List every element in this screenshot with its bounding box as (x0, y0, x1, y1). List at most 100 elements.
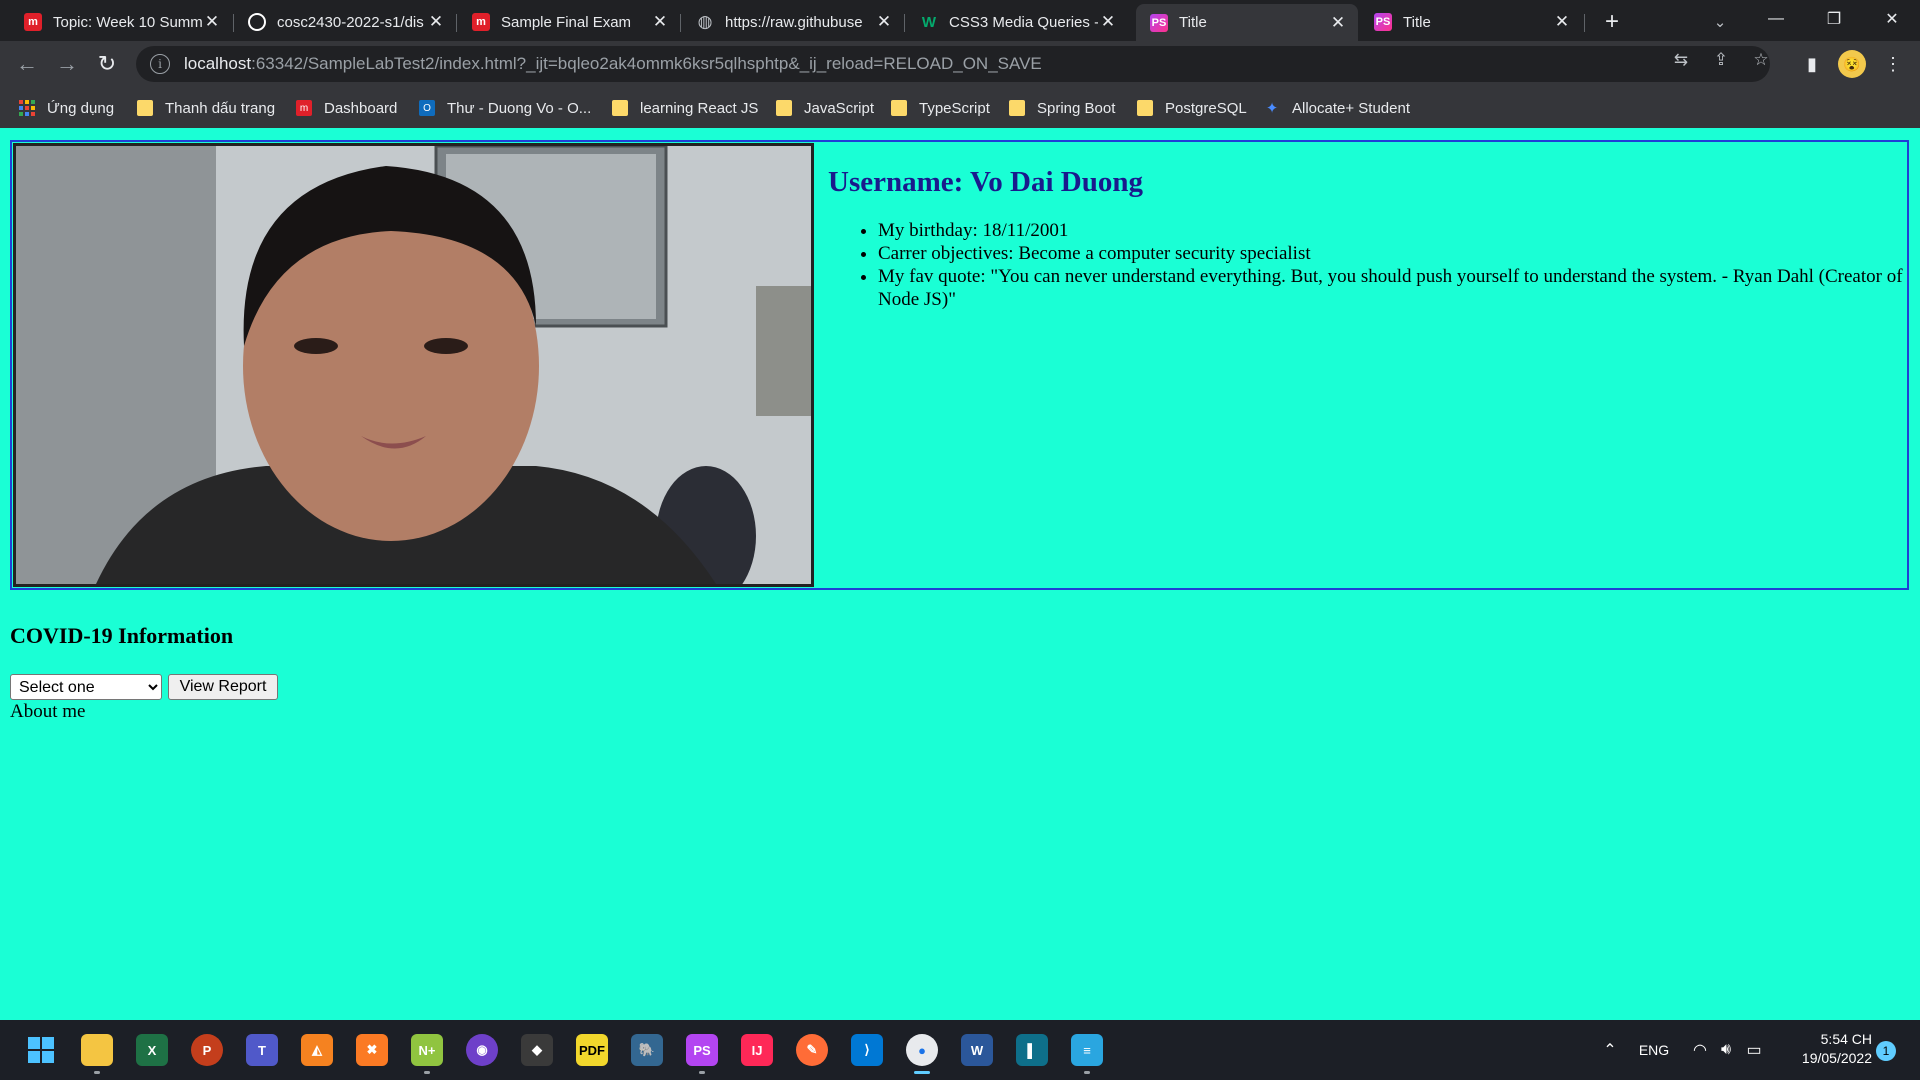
tab-5[interactable]: W CSS3 Media Queries - ✕ (906, 6, 1128, 38)
browser-chrome: m Topic: Week 10 Summ ✕ cosc2430-2022-s1… (0, 0, 1920, 128)
excel-icon[interactable]: X (136, 1034, 168, 1066)
bookmark-folder[interactable]: TypeScript (891, 96, 990, 120)
battery-icon[interactable]: ▭ (1744, 1040, 1764, 1060)
address-bar[interactable]: i localhost:63342/SampleLabTest2/index.h… (136, 46, 1770, 82)
tab-1[interactable]: m Topic: Week 10 Summ ✕ (10, 6, 232, 38)
country-select[interactable]: Select one (10, 674, 162, 700)
bookmark-apps[interactable]: Ứng dụng (19, 96, 114, 120)
tab-title: https://raw.githubuse (725, 13, 863, 31)
outlook-icon: O (419, 100, 435, 116)
back-button[interactable]: ← (12, 49, 42, 79)
close-icon[interactable]: ✕ (1328, 13, 1348, 33)
phpstorm-icon: PS (1374, 13, 1392, 31)
moodle-icon: m (24, 13, 42, 31)
side-panel-icon[interactable]: ▮ (1797, 49, 1827, 79)
moodle-icon: m (472, 13, 490, 31)
terminal-icon[interactable]: ▌ (1016, 1034, 1048, 1066)
bookmark-label: Spring Boot (1037, 99, 1116, 117)
close-icon[interactable]: ✕ (650, 12, 670, 32)
tab-title: Sample Final Exam (501, 13, 632, 31)
bookmark-folder[interactable]: PostgreSQL (1137, 96, 1247, 120)
github-desktop-icon[interactable]: ◉ (466, 1034, 498, 1066)
bookmark-folder[interactable]: JavaScript (776, 96, 874, 120)
word-icon[interactable]: W (961, 1034, 993, 1066)
birthday-item: My birthday: 18/11/2001 (878, 219, 1907, 242)
globe-icon: ◍ (697, 12, 713, 31)
w3schools-icon: W (921, 13, 937, 31)
tab-search-button[interactable]: ⌄ (1706, 8, 1734, 36)
tab-title: Title (1179, 14, 1207, 31)
close-icon[interactable]: ✕ (202, 12, 222, 32)
bookmark-folder[interactable]: Spring Boot (1009, 96, 1115, 120)
profile-info-panel: Username: Vo Dai Duong My birthday: 18/1… (820, 142, 1907, 588)
menu-icon[interactable]: ⋮ (1878, 49, 1908, 79)
postman-icon[interactable]: ✎ (796, 1034, 828, 1066)
view-report-button[interactable]: View Report (168, 674, 278, 700)
covid-section-heading: COVID-19 Information (10, 623, 234, 648)
tab-4[interactable]: ◍ https://raw.githubuse ✕ (682, 6, 904, 38)
bookmark-star-icon[interactable]: ☆ (1749, 48, 1773, 72)
browser-toolbar: ← → ↻ i localhost:63342/SampleLabTest2/i… (0, 41, 1920, 88)
info-icon[interactable]: i (150, 54, 170, 74)
xampp-icon[interactable]: ✖ (356, 1034, 388, 1066)
phpstorm-icon[interactable]: PS (686, 1034, 718, 1074)
clock-date: 19/05/2022 (1801, 1050, 1872, 1066)
close-icon[interactable]: ✕ (426, 12, 446, 32)
bookmark-folder[interactable]: learning React JS (612, 96, 758, 120)
share-icon[interactable]: ⇪ (1709, 48, 1733, 72)
close-icon[interactable]: ✕ (1552, 12, 1572, 32)
profile-avatar[interactable]: 😵 (1838, 50, 1866, 78)
bookmark-folder[interactable]: Thanh dấu trang (137, 96, 275, 120)
phpstorm-icon: PS (1150, 13, 1168, 32)
start-icon[interactable] (25, 1034, 57, 1066)
career-objective-item: Carrer objectives: Become a computer sec… (878, 242, 1907, 265)
volume-icon[interactable]: 🔊︎ (1716, 1040, 1736, 1060)
github-icon (248, 13, 266, 31)
minimize-button[interactable]: — (1748, 0, 1804, 38)
notification-badge[interactable]: 1 (1876, 1041, 1896, 1061)
tab-title: Title (1403, 13, 1431, 31)
teams-icon[interactable]: T (246, 1034, 278, 1066)
profile-photo (13, 143, 814, 587)
notepad-plus-icon[interactable]: N+ (411, 1034, 443, 1074)
app-icon[interactable]: ◭ (301, 1034, 333, 1066)
translate-icon[interactable]: ⇆ (1669, 48, 1693, 72)
folder-icon (612, 100, 628, 116)
bookmark-allocate[interactable]: ✦ Allocate+ Student (1264, 96, 1410, 120)
chevron-up-icon[interactable]: ⌃ (1600, 1040, 1620, 1060)
reload-button[interactable]: ↻ (92, 49, 122, 79)
close-window-button[interactable]: ✕ (1864, 0, 1920, 38)
bookmark-label: Thư - Duong Vo - O... (447, 99, 592, 117)
file-explorer-icon[interactable] (81, 1034, 113, 1074)
restore-button[interactable]: ❐ (1806, 0, 1862, 38)
close-icon[interactable]: ✕ (874, 12, 894, 32)
apps-icon (19, 100, 35, 116)
tab-title: cosc2430-2022-s1/dis (277, 13, 424, 31)
folder-icon (891, 100, 907, 116)
tab-3[interactable]: m Sample Final Exam ✕ (458, 6, 680, 38)
profile-details-list: My birthday: 18/11/2001 Carrer objective… (820, 219, 1907, 311)
bookmark-label: PostgreSQL (1165, 99, 1247, 117)
profile-card: Username: Vo Dai Duong My birthday: 18/1… (10, 140, 1909, 590)
intellij-icon[interactable]: IJ (741, 1034, 773, 1066)
language-indicator[interactable]: ENG (1636, 1040, 1672, 1060)
pdf-icon[interactable]: PDF (576, 1034, 608, 1066)
about-me-text[interactable]: About me (10, 701, 85, 723)
powerpoint-icon[interactable]: P (191, 1034, 223, 1066)
system-clock[interactable]: 5:54 CH 19/05/2022 (1780, 1030, 1872, 1068)
chrome-icon[interactable]: ● (906, 1034, 938, 1074)
tab-7[interactable]: PS Title ✕ (1360, 6, 1582, 38)
close-icon[interactable]: ✕ (1098, 12, 1118, 32)
tab-2[interactable]: cosc2430-2022-s1/dis ✕ (234, 6, 456, 38)
forward-button[interactable]: → (52, 49, 82, 79)
folder-icon (1009, 100, 1025, 116)
new-tab-button[interactable]: + (1597, 8, 1627, 36)
bookmark-dashboard[interactable]: m Dashboard (296, 96, 397, 120)
vscode-icon[interactable]: ⟩ (851, 1034, 883, 1066)
tab-6-active[interactable]: PS Title ✕ (1136, 4, 1358, 41)
bookmark-outlook[interactable]: O Thư - Duong Vo - O... (419, 96, 591, 120)
wifi-icon[interactable]: ◠ (1690, 1040, 1710, 1060)
git-icon[interactable]: ◆ (521, 1034, 553, 1066)
postgresql-icon[interactable]: 🐘 (631, 1034, 663, 1066)
notepad-icon[interactable]: ≡ (1071, 1034, 1103, 1074)
